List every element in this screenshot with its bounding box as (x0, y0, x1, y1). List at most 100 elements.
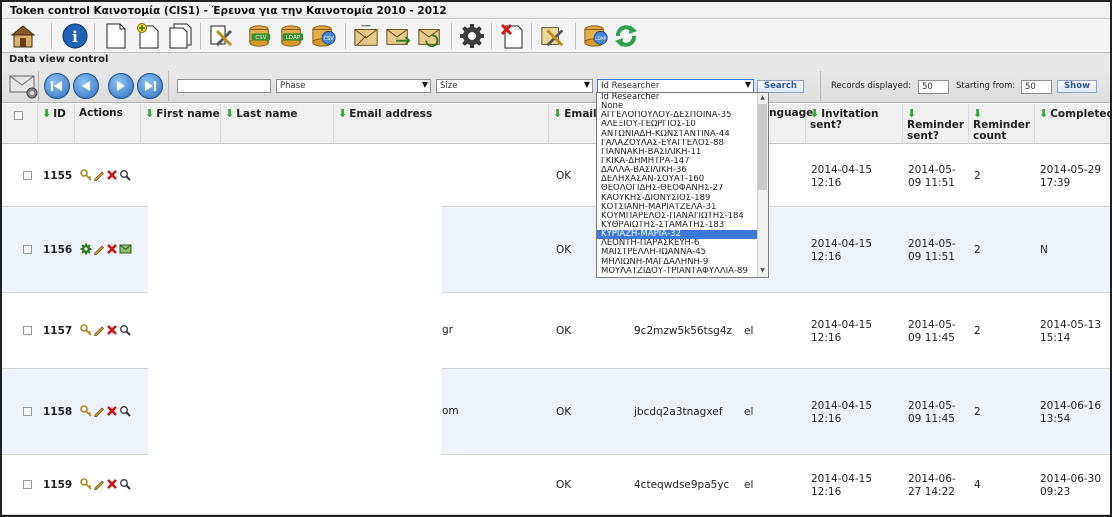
dropdown-option[interactable]: ΚΑΟΥΚΗΣ-ΔΙΟΝΥΣΙΟΣ-189 (597, 194, 757, 203)
delete-x-icon[interactable] (106, 405, 118, 420)
dropdown-option[interactable]: ΘΕΟΛΟΓΙΔΗΣ-ΘΕΟΦΑΝΗΣ-27 (597, 184, 757, 193)
dropdown-option[interactable]: ΜΟΥΛΑΤΖΙΔΟΥ-ΤΡΙΑΝΤΑΦΥΛΛΙΑ-89 (597, 267, 757, 276)
row-id: 1159 (43, 479, 73, 491)
last-page-button[interactable] (137, 73, 163, 99)
pencil-icon[interactable] (93, 243, 105, 258)
pencil-icon[interactable] (93, 324, 105, 339)
dropdown-option[interactable]: ΚΥΡΙΑΖΗ-ΜΑΡΙΑ-32 (597, 230, 757, 240)
info-icon[interactable]: i (62, 23, 88, 49)
key-icon[interactable] (80, 168, 92, 184)
header-email-address[interactable]: ⬇ Email address (334, 104, 549, 144)
magnifier-icon[interactable] (119, 169, 131, 184)
header-first-name[interactable]: ⬇ First name (141, 104, 221, 144)
header-last-name[interactable]: ⬇ Last name (221, 104, 334, 144)
researcher-select-value: Id Researcher (601, 81, 660, 91)
scroll-thumb[interactable] (758, 104, 767, 190)
dropdown-option[interactable]: ΓΑΛΑΖΟΥΛΑΣ-ΕΥΑΓΓΕΛΟΣ-88 (597, 139, 757, 148)
add-document-icon[interactable] (135, 23, 161, 49)
invitation-time-cell: 12:16 (811, 486, 842, 498)
key-icon[interactable] (80, 324, 92, 339)
dropdown-option[interactable]: ΔΑΛΛΑ-ΒΑΣΙΛΙΚΗ-36 (597, 166, 757, 175)
refresh-mail-icon[interactable] (417, 23, 443, 49)
csv-export-icon[interactable]: CSV (311, 23, 337, 49)
first-page-button[interactable] (44, 73, 70, 99)
dropdown-option[interactable]: ΑΓΓΕΛΟΠΟΥΛΟΥ-ΔΕΣΠΟΙΝΑ-35 (597, 111, 757, 120)
completed-time-cell: 17:39 (1040, 176, 1071, 189)
row-checkbox[interactable] (23, 480, 32, 489)
pencil-icon[interactable] (93, 405, 105, 420)
dropdown-option[interactable]: ΑΛΕΞΙΟΥ-ΓΕΩΡΓΙΟΣ-10 (597, 120, 757, 129)
delete-x-icon[interactable] (106, 243, 118, 258)
dropdown-option[interactable]: ΜΑΙΣΤΡΕΛΛΗ-ΙΩΑΝΝΑ-45 (597, 248, 757, 257)
delete-document-icon[interactable] (499, 23, 525, 49)
dropdown-option[interactable]: Id Researcher (597, 93, 757, 102)
header-id[interactable]: ⬇ ID (38, 104, 75, 144)
dropdown-option[interactable]: None (597, 102, 757, 111)
key-icon[interactable] (80, 405, 92, 420)
dropdown-option[interactable]: ΑΝΤΩΝΙΑΔΗ-ΚΩΝΣΤΑΝΤΙΝΑ-44 (597, 130, 757, 139)
magnifier-icon[interactable] (119, 405, 131, 420)
magnifier-icon[interactable] (119, 478, 131, 493)
dropdown-option[interactable]: ΓΚΙΚΑ-ΔΗΜΗΤΡΑ-147 (597, 157, 757, 166)
header-invitation-sent[interactable]: ⬇ Invitation sent? (806, 104, 903, 144)
header-reminder-sent[interactable]: ⬇ Reminder sent? (903, 104, 969, 144)
dropdown-option[interactable]: ΓΙΑΝΝΑΚΗ-ΒΑΣΙΛΙΚΗ-11 (597, 148, 757, 157)
delete-x-icon[interactable] (106, 169, 118, 184)
ldap-export-icon[interactable]: LDAP (583, 23, 609, 49)
home-icon[interactable] (10, 23, 36, 49)
starting-from-input[interactable]: 50 (1021, 80, 1052, 94)
svg-text:i: i (72, 28, 78, 46)
copy-document-icon[interactable] (167, 23, 193, 49)
pencil-icon[interactable] (93, 169, 105, 184)
dropdown-option[interactable]: ΛΕΟΝΤΗ-ΠΑΡΑΣΚΕΥΗ-6 (597, 239, 757, 248)
ldap-import-icon[interactable]: LDAP (279, 23, 305, 49)
dropdown-option[interactable]: ΔΕΛΗΧΑΣΑΝ-ΣΟΥΑΤ-160 (597, 175, 757, 184)
dropdown-option[interactable]: ΚΥΘΡΑΙΩΤΗΣ-ΣΤΑΜΑΤΗΣ-183 (597, 221, 757, 230)
sync-icon[interactable] (613, 23, 639, 49)
row-checkbox[interactable] (23, 407, 32, 416)
magnifier-icon[interactable] (119, 324, 131, 339)
row-checkbox[interactable] (23, 170, 32, 180)
row-checkbox[interactable] (23, 326, 32, 335)
invite-mail-icon[interactable] (353, 23, 379, 49)
mail-settings-icon[interactable] (8, 72, 40, 103)
researcher-dropdown-list[interactable]: Id Researcher None ΑΓΓΕΛΟΠΟΥΛΟΥ-ΔΕΣΠΟΙΝΑ-3… (596, 92, 769, 278)
next-page-button[interactable] (108, 73, 134, 99)
scroll-down-icon[interactable]: ▼ (758, 267, 767, 276)
header-completed[interactable]: ⬇Completed? (1035, 104, 1110, 144)
scroll-up-icon[interactable]: ▲ (758, 94, 767, 103)
new-document-icon[interactable] (103, 23, 129, 49)
dropdown-scrollbar[interactable]: ▲ ▼ (757, 93, 768, 277)
mail-icon[interactable] (119, 243, 132, 258)
dropdown-option[interactable]: ΚΟΥΜΠΑΡΕΛΟΣ-ΠΑΝΑΓΙΩΤΗΣ-184 (597, 212, 757, 221)
delete-x-icon[interactable] (106, 478, 118, 493)
size-select[interactable]: Size ▼ (436, 79, 593, 93)
header-reminder-count[interactable]: ⬇ Reminder count (969, 104, 1035, 144)
invitation-time-cell: 12:16 (811, 176, 842, 189)
pencil-icon[interactable] (93, 478, 105, 493)
gear-icon[interactable] (80, 243, 92, 258)
phase-select[interactable]: Phase ▼ (276, 79, 431, 93)
key-icon[interactable] (80, 478, 92, 493)
sort-down-icon: ⬇ (338, 107, 348, 120)
row-actions (80, 243, 132, 258)
manage-tools-icon[interactable] (540, 23, 566, 49)
dropdown-option[interactable]: ΚΟΤΣΙΑΝΗ-ΜΑΡΙΑΤΖΕΛΑ-31 (597, 203, 757, 212)
csv-import-icon[interactable]: CSV (247, 23, 273, 49)
email-status-cell: OK (556, 406, 572, 418)
records-displayed-input[interactable]: 50 (918, 80, 949, 94)
search-input[interactable] (177, 79, 271, 93)
delete-x-icon[interactable] (106, 324, 118, 339)
select-all-checkbox[interactable] (14, 111, 23, 120)
previous-page-button[interactable] (73, 73, 99, 99)
tools-icon[interactable] (209, 23, 235, 49)
completed-date-cell: 2014-06-16 (1040, 400, 1102, 412)
dropdown-option[interactable]: ΜΗΛΙΩΝΗ-ΜΑΓΔΑΛΗΝΗ-9 (597, 258, 757, 267)
researcher-select[interactable]: Id Researcher ▼ (597, 79, 754, 93)
row-checkbox[interactable] (23, 245, 32, 254)
header-actions: Actions (75, 104, 141, 144)
header-email-status[interactable]: ⬇ Email (549, 104, 597, 144)
remind-mail-icon[interactable] (385, 23, 411, 49)
show-button[interactable]: Show (1057, 80, 1097, 93)
settings-gear-icon[interactable] (459, 23, 485, 49)
